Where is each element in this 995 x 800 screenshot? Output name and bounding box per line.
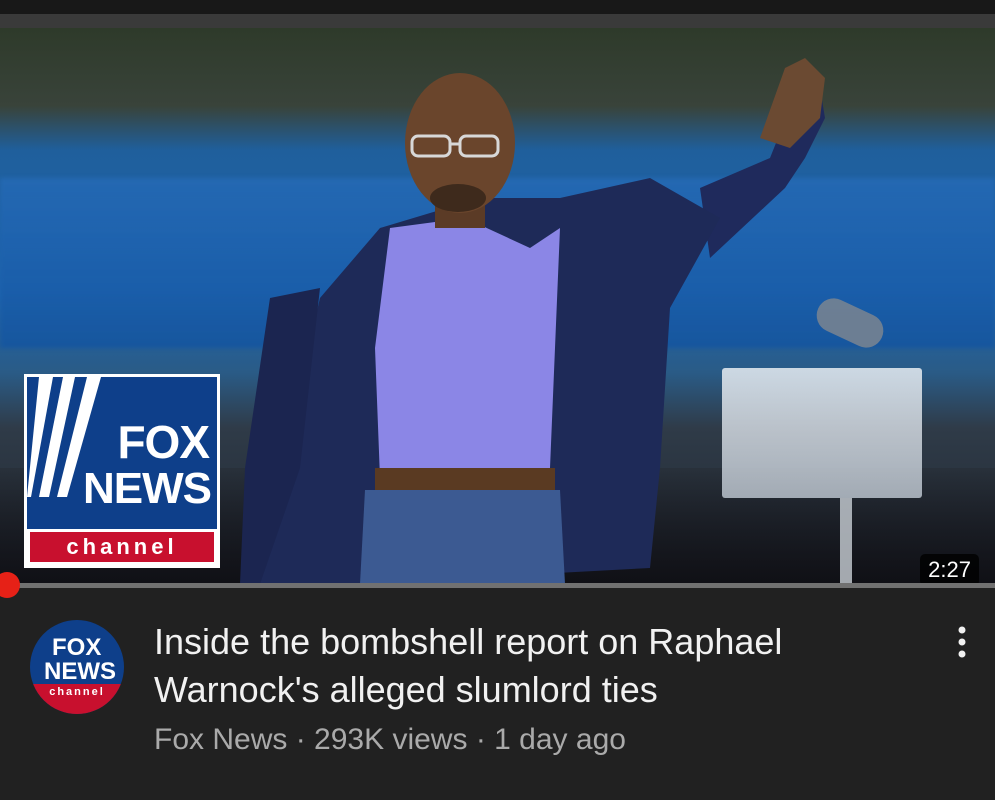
view-count: 293K views <box>314 723 468 756</box>
more-options-button[interactable] <box>944 618 980 666</box>
channel-name[interactable]: Fox News <box>154 723 287 756</box>
progress-scrubber[interactable] <box>0 572 20 598</box>
logo-channel-bar: channel <box>27 529 217 565</box>
more-vert-icon <box>958 626 966 658</box>
speaker-figure <box>240 58 825 584</box>
logo-word-news: NEWS <box>83 464 212 513</box>
upload-age: 1 day ago <box>494 723 626 756</box>
video-thumbnail[interactable]: FOX NEWS channel 2:27 <box>0 28 995 584</box>
meta-separator: · <box>475 723 486 756</box>
progress-bar[interactable] <box>0 583 995 588</box>
logo-word-fox: FOX <box>117 416 210 468</box>
channel-avatar[interactable]: FOX NEWS channel <box>30 620 124 714</box>
meta-separator: · <box>295 723 306 756</box>
status-divider <box>0 14 995 28</box>
avatar-channel-text: channel <box>30 684 124 714</box>
fox-news-logo: FOX NEWS channel <box>24 374 220 568</box>
status-strip <box>0 0 995 14</box>
logo-channel-text: channel <box>30 532 214 562</box>
avatar-word-news: NEWS <box>44 658 116 685</box>
video-meta: Fox News · 293K views · 1 day ago <box>154 720 626 760</box>
video-title[interactable]: Inside the bombshell report on Raphael W… <box>154 618 894 714</box>
duration-badge: 2:27 <box>920 554 979 584</box>
